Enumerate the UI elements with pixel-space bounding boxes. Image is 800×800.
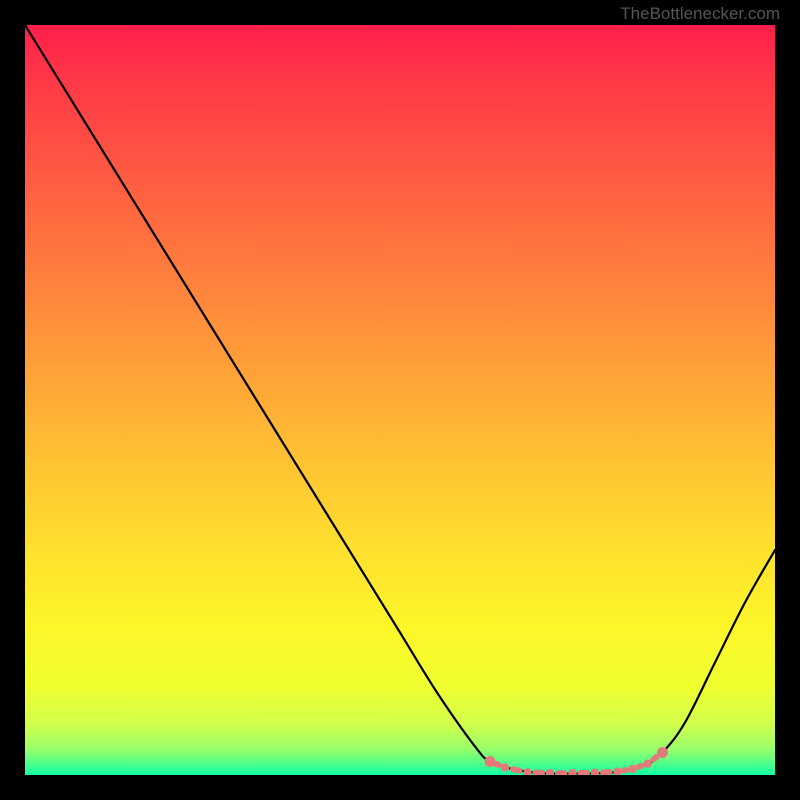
- marker-point: [628, 765, 636, 773]
- highlight-markers: [485, 747, 669, 775]
- bottleneck-curve: [25, 25, 775, 774]
- marker-dash: [620, 767, 629, 774]
- attribution-text: TheBottlenecker.com: [620, 4, 780, 24]
- marker-point: [657, 747, 668, 758]
- marker-point: [568, 769, 576, 775]
- marker-dash: [532, 770, 545, 775]
- marker-dash: [555, 770, 567, 775]
- marker-point: [643, 760, 651, 768]
- marker-dash: [578, 770, 590, 775]
- marker-dash: [509, 766, 523, 775]
- chart-svg: [25, 25, 775, 775]
- marker-point: [546, 769, 554, 775]
- marker-point: [523, 768, 531, 775]
- marker-point: [501, 763, 509, 771]
- chart-container: [25, 25, 775, 775]
- marker-dash: [600, 769, 613, 775]
- marker-point: [613, 767, 621, 775]
- marker-point: [591, 769, 599, 775]
